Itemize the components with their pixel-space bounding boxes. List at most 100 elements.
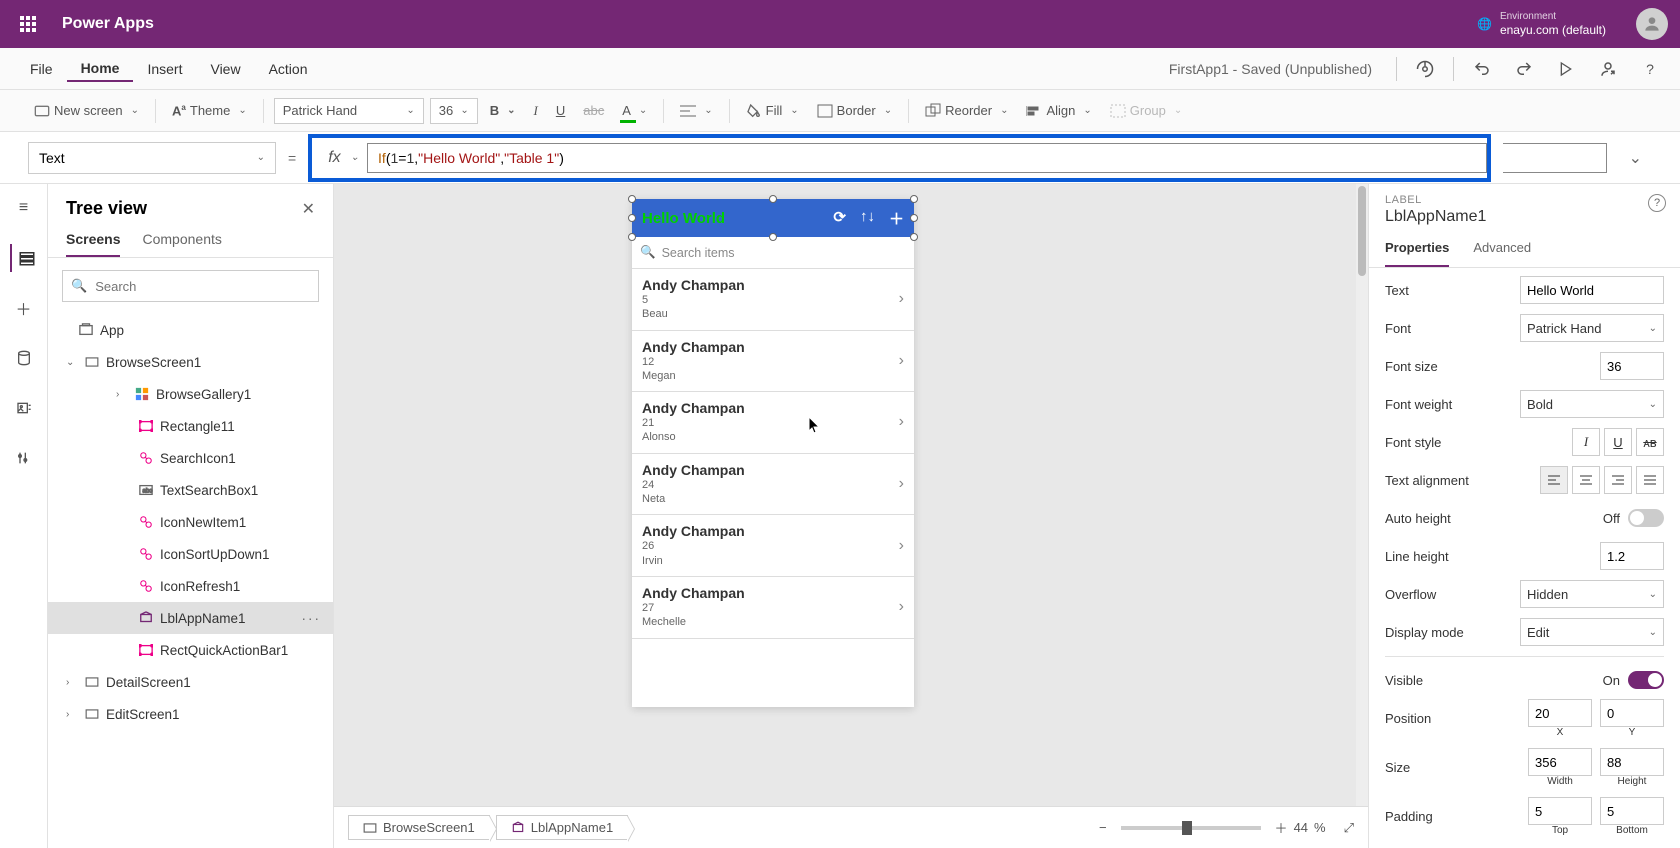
prop-padtop-input[interactable] <box>1528 797 1592 825</box>
gallery-item[interactable]: Andy Champan12Megan› <box>632 331 914 393</box>
canvas-scrollbar[interactable] <box>1356 184 1368 848</box>
text-align-button[interactable]: ⌄ <box>674 90 718 131</box>
font-color-button[interactable]: A⌄ <box>616 90 653 131</box>
tab-advanced[interactable]: Advanced <box>1473 234 1531 267</box>
prop-x-input[interactable] <box>1528 699 1592 727</box>
text-align-buttons[interactable] <box>1540 466 1664 494</box>
data-icon[interactable] <box>10 344 38 372</box>
theme-button[interactable]: Aa Theme⌄ <box>166 90 253 131</box>
app-save-status: FirstApp1 - Saved (Unpublished) <box>1169 61 1372 77</box>
formula-expand-icon[interactable]: ⌄ <box>1619 148 1652 168</box>
share-icon[interactable] <box>1594 55 1622 83</box>
underline-button[interactable]: U <box>550 90 571 131</box>
environment-picker[interactable]: 🌐 Environment enayu.com (default) <box>1477 11 1606 37</box>
gallery-item[interactable]: Andy Champan5Beau› <box>632 269 914 331</box>
prop-overflow-select[interactable]: Hidden⌄ <box>1520 580 1664 608</box>
tab-screens[interactable]: Screens <box>66 227 120 257</box>
menu-action[interactable]: Action <box>255 57 322 81</box>
bold-button[interactable]: B⌄ <box>484 90 522 131</box>
tree-node[interactable]: IconSortUpDown1 <box>48 538 333 570</box>
auto-height-toggle[interactable] <box>1628 509 1664 527</box>
align-button[interactable]: Align⌄ <box>1020 90 1097 131</box>
prop-lineheight-input[interactable] <box>1600 542 1664 570</box>
property-selector[interactable]: Text⌄ <box>28 142 276 174</box>
tree-view-icon[interactable] <box>10 244 38 272</box>
search-placeholder: Search items <box>662 246 735 260</box>
border-button[interactable]: Border⌄ <box>811 90 898 131</box>
breadcrumb-screen[interactable]: BrowseScreen1 <box>348 815 490 840</box>
visible-toggle[interactable] <box>1628 671 1664 689</box>
font-size-select[interactable]: 36⌄ <box>430 98 478 124</box>
italic-button[interactable]: I <box>528 90 544 131</box>
refresh-icon[interactable]: ⟳ <box>833 208 846 229</box>
play-icon[interactable] <box>1552 55 1580 83</box>
menu-insert[interactable]: Insert <box>133 57 196 81</box>
zoom-out-icon[interactable]: − <box>1099 820 1107 835</box>
hamburger-icon[interactable]: ≡ <box>10 194 38 222</box>
gallery-item[interactable]: Andy Champan26Irvin› <box>632 515 914 577</box>
tree-node[interactable]: ›EditScreen1 <box>48 698 333 730</box>
tree-node[interactable]: IconRefresh1 <box>48 570 333 602</box>
preview-search-box[interactable]: 🔍 Search items <box>632 237 914 269</box>
prop-y-input[interactable] <box>1600 699 1664 727</box>
fill-button[interactable]: Fill⌄ <box>740 90 805 131</box>
close-icon[interactable]: ✕ <box>302 199 315 219</box>
tree-node[interactable]: ⌄BrowseScreen1 <box>48 346 333 378</box>
sort-icon[interactable]: ↑↓ <box>860 208 875 229</box>
app-checker-icon[interactable] <box>1411 55 1439 83</box>
gallery-item[interactable]: Andy Champan24Neta› <box>632 454 914 516</box>
advanced-tools-icon[interactable] <box>10 444 38 472</box>
insert-icon[interactable]: ＋ <box>10 294 38 322</box>
zoom-slider[interactable] <box>1121 826 1261 830</box>
panel-help-icon[interactable]: ? <box>1648 194 1666 212</box>
gallery-item[interactable]: Andy Champan21Alonso› <box>632 392 914 454</box>
font-name-select[interactable]: Patrick Hand⌄ <box>274 98 424 124</box>
zoom-in-icon[interactable]: ＋ <box>1275 818 1288 837</box>
tree-search-box[interactable]: 🔍 <box>62 270 319 302</box>
gallery-item[interactable]: Andy Champan27Mechelle› <box>632 577 914 639</box>
tree-node[interactable]: App <box>48 314 333 346</box>
canvas-area[interactable]: Hello World ⟳ ↑↓ ＋ 🔍 Search items Andy C… <box>334 184 1368 848</box>
prop-displaymode-select[interactable]: Edit⌄ <box>1520 618 1664 646</box>
tree-node[interactable]: Rectangle11 <box>48 410 333 442</box>
prop-fontsize-input[interactable] <box>1600 352 1664 380</box>
font-style-buttons[interactable]: IUᴀʙ <box>1572 428 1664 456</box>
tree-node[interactable]: IconNewItem1 <box>48 506 333 538</box>
tree-node[interactable]: SearchIcon1 <box>48 442 333 474</box>
user-avatar[interactable] <box>1636 8 1668 40</box>
fx-icon[interactable]: fx⌄ <box>320 149 367 167</box>
help-icon[interactable]: ? <box>1636 55 1664 83</box>
prop-width-input[interactable] <box>1528 748 1592 776</box>
add-icon[interactable]: ＋ <box>889 208 904 229</box>
tree-node[interactable]: RectQuickActionBar1 <box>48 634 333 666</box>
prop-text-input[interactable] <box>1520 276 1664 304</box>
menu-view[interactable]: View <box>196 57 254 81</box>
tree-search-input[interactable] <box>95 279 310 294</box>
reorder-button[interactable]: Reorder⌄ <box>919 90 1014 131</box>
breadcrumb-control[interactable]: LblAppName1 <box>496 815 628 840</box>
tab-properties[interactable]: Properties <box>1385 234 1449 267</box>
tree-node[interactable]: ›BrowseGallery1 <box>48 378 333 410</box>
prop-padbottom-input[interactable] <box>1600 797 1664 825</box>
prop-weight-select[interactable]: Bold⌄ <box>1520 390 1664 418</box>
formula-input[interactable]: If(1=1, "Hello World", "Table 1") <box>367 143 1487 173</box>
undo-icon[interactable] <box>1468 55 1496 83</box>
strike-button[interactable]: abc <box>577 90 610 131</box>
app-preview: Hello World ⟳ ↑↓ ＋ 🔍 Search items Andy C… <box>632 199 914 707</box>
tree-node[interactable]: ›DetailScreen1 <box>48 666 333 698</box>
app-launcher-icon[interactable] <box>12 8 44 40</box>
control-name: LblAppName1 <box>1385 208 1664 226</box>
new-screen-button[interactable]: New screen⌄ <box>28 90 145 131</box>
fit-icon[interactable]: ⤢ <box>1344 820 1354 836</box>
tree-node[interactable]: LblAppName1··· <box>48 602 333 634</box>
media-icon[interactable] <box>10 394 38 422</box>
menu-home[interactable]: Home <box>67 56 134 82</box>
tree-node[interactable]: abcTextSearchBox1 <box>48 474 333 506</box>
prop-font-select[interactable]: Patrick Hand⌄ <box>1520 314 1664 342</box>
prop-height-input[interactable] <box>1600 748 1664 776</box>
menu-file[interactable]: File <box>16 57 67 81</box>
redo-icon[interactable] <box>1510 55 1538 83</box>
chevron-right-icon: › <box>899 598 904 616</box>
tab-components[interactable]: Components <box>142 227 221 257</box>
selected-label-control[interactable]: Hello World ⟳ ↑↓ ＋ <box>632 199 914 237</box>
